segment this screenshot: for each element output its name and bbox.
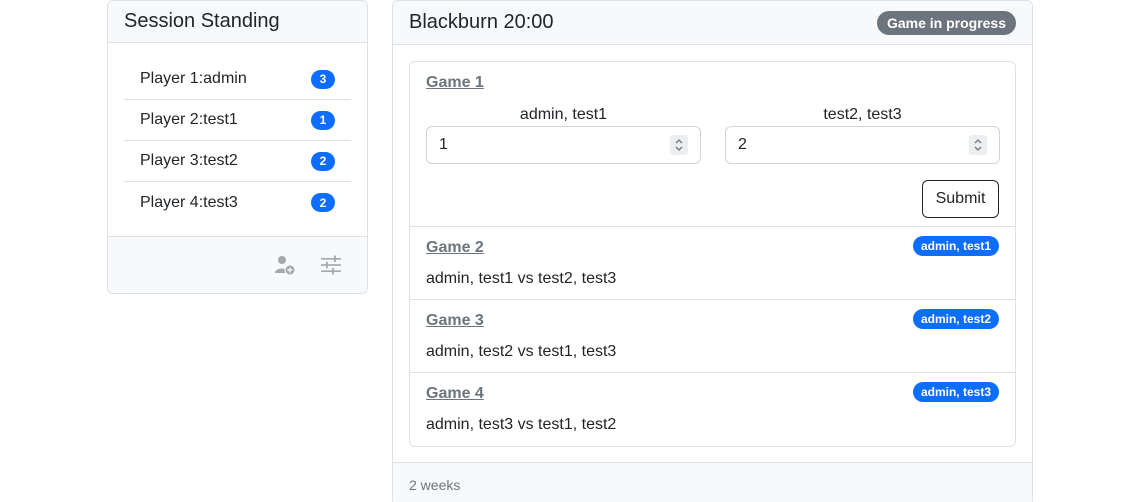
list-item: Game 3 admin, test2 admin, test2 vs test… [410,300,1015,373]
list-item: Game 4 admin, test3 admin, test3 vs test… [410,373,1015,446]
list-item: Player 3:test2 2 [124,141,351,182]
player-score-badge: 3 [311,69,335,89]
player-name: Player 1:admin [140,70,247,87]
matchup-text: admin, test1 vs test2, test3 [426,270,617,287]
player-score-badge: 2 [311,151,335,171]
active-game: Game 1 admin, test1 test2, test3 1 2 Sub… [410,62,1015,227]
settings-sliders-icon[interactable] [319,253,343,277]
list-item: Player 4:test3 2 [124,182,351,223]
matchup-text: admin, test3 vs test1, test2 [426,416,617,433]
team1-score-value: 1 [439,136,448,153]
session-footer: 2 weeks [393,462,1032,502]
matchup-text: admin, test2 vs test1, test3 [426,343,617,360]
session-standing-card: Session Standing Player 1:admin 3 Player… [107,0,368,294]
team2-score-value: 2 [738,136,747,153]
game-title-link[interactable]: Game 2 [426,239,484,257]
winner-badge: admin, test3 [912,382,999,402]
team1-label: admin, test1 [519,106,608,123]
stepper-icon[interactable] [969,135,987,155]
list-item: Player 2:test1 1 [124,100,351,141]
team2-label: test2, test3 [823,106,902,123]
winner-badge: admin, test2 [912,309,999,329]
session-age-text: 2 weeks [409,477,461,493]
list-item: Game 2 admin, test1 admin, test1 vs test… [410,227,1015,300]
games-list: Game 1 admin, test1 test2, test3 1 2 Sub… [409,61,1016,447]
add-player-icon[interactable] [273,253,297,277]
stepper-icon[interactable] [670,135,688,155]
game-title-link[interactable]: Game 1 [426,74,484,92]
session-header: Blackburn 20:00 Game in progress [393,1,1032,45]
standing-list: Player 1:admin 3 Player 2:test1 1 Player… [124,59,351,223]
list-item: Player 1:admin 3 [124,59,351,100]
player-name: Player 2:test1 [140,111,238,128]
standing-header: Session Standing [108,1,367,43]
team2-score-input[interactable]: 2 [725,126,1000,164]
standing-footer [108,236,367,293]
status-badge: Game in progress [876,10,1016,35]
team1-score-input[interactable]: 1 [426,126,701,164]
standing-title: Session Standing [124,10,280,32]
player-score-badge: 2 [311,193,335,212]
session-title: Blackburn 20:00 [409,11,554,33]
winner-badge: admin, test1 [912,236,999,256]
game-session-card: Blackburn 20:00 Game in progress Game 1 … [392,0,1033,502]
player-score-badge: 1 [311,110,335,130]
game-title-link[interactable]: Game 4 [426,385,484,403]
submit-button[interactable]: Submit [922,180,999,218]
player-name: Player 4:test3 [140,193,238,211]
game-title-link[interactable]: Game 3 [426,312,484,330]
player-name: Player 3:test2 [140,152,238,169]
